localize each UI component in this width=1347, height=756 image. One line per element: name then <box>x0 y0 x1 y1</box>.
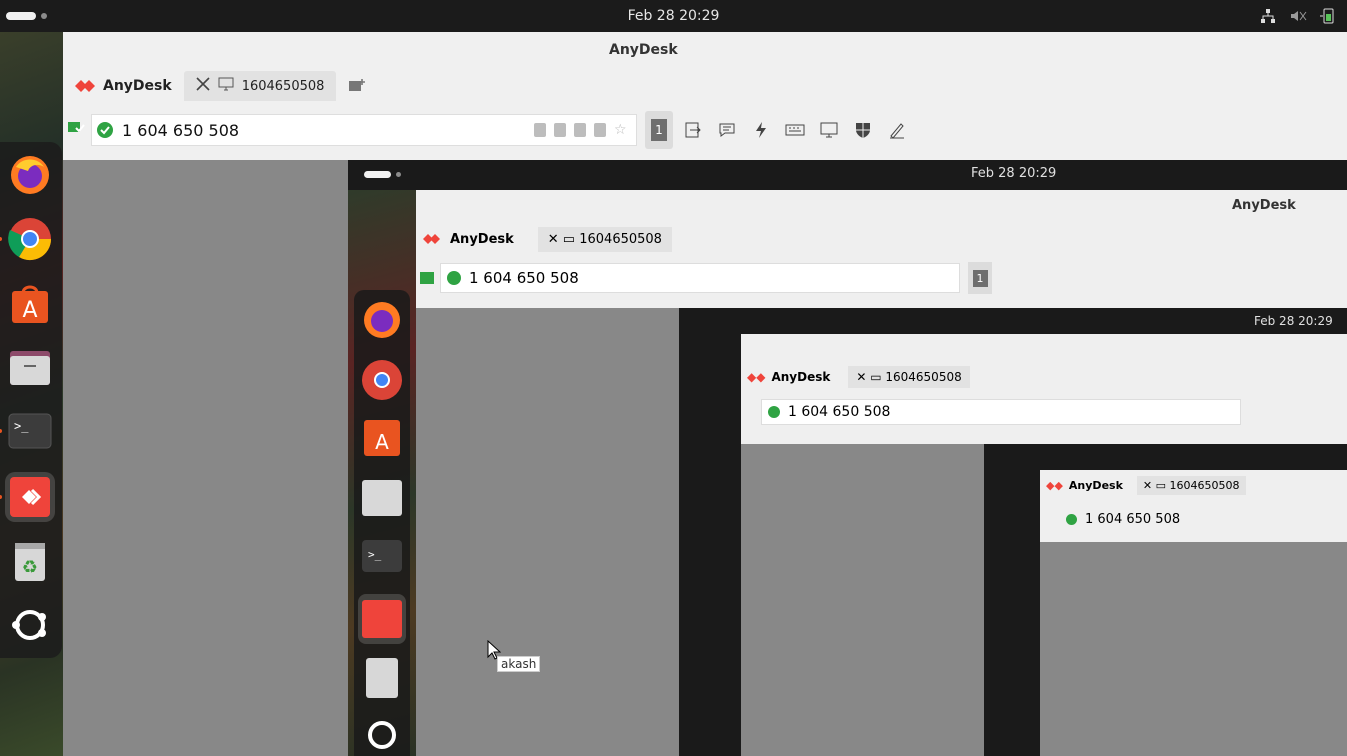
remote-tab[interactable]: ✕ ▭ 1604650508 <box>537 226 672 252</box>
window-title: AnyDesk <box>609 42 678 58</box>
chrome-icon[interactable] <box>5 214 55 264</box>
nested-anydesk-window-2: ◆◆AnyDesk ✕ ▭ 1604650508 1 604 650 508 <box>741 334 1347 756</box>
remote-dock: A >_ <box>354 290 410 756</box>
anydesk-icon[interactable] <box>5 472 55 522</box>
system-tray[interactable] <box>1259 7 1337 25</box>
remote-window-title: AnyDesk <box>1232 198 1296 213</box>
system-top-bar: Feb 28 20:29 <box>0 0 1347 32</box>
svg-text:A: A <box>22 298 37 323</box>
keyboard-icon[interactable] <box>781 111 809 149</box>
svg-text:>_: >_ <box>368 548 382 561</box>
svg-text:♻: ♻ <box>22 557 38 578</box>
files-icon[interactable] <box>5 342 55 392</box>
tab-session[interactable]: 1604650508 <box>183 71 337 101</box>
brand-label: AnyDesk <box>103 78 172 94</box>
remote-top-bar: Feb 28 20:29 <box>348 160 1347 190</box>
ubuntu-icon[interactable] <box>5 600 55 650</box>
network-icon[interactable] <box>1259 7 1277 25</box>
tab-label: 1604650508 <box>241 78 325 94</box>
star-icon[interactable]: ☆ <box>614 123 628 137</box>
nested-anydesk-window-3: ◆◆ AnyDesk ✕ ▭ 1604650508 1 604 650 508 <box>1040 470 1347 756</box>
nested-viewport-3 <box>1040 542 1347 756</box>
verified-check-icon <box>97 122 113 138</box>
battery-icon[interactable] <box>1319 7 1337 25</box>
address-field[interactable]: 1 604 650 508 ☆ <box>91 114 637 146</box>
svg-text:>_: >_ <box>14 419 29 433</box>
address-value[interactable]: 1 604 650 508 <box>122 121 534 140</box>
actions-lightning-icon[interactable] <box>747 111 775 149</box>
remote-clock: Feb 28 20:29 <box>971 166 1057 181</box>
connection-status-icon <box>67 120 85 140</box>
trash-icon[interactable]: ♻ <box>5 536 55 586</box>
volume-muted-icon[interactable] <box>1289 7 1307 25</box>
nested-viewport-2: ◆◆ AnyDesk ✕ ▭ 1604650508 1 604 650 508 <box>741 444 1347 756</box>
terminal-icon[interactable]: >_ <box>5 406 55 456</box>
new-session-icon[interactable] <box>346 76 368 96</box>
anydesk-home-tab[interactable]: AnyDesk <box>67 76 178 96</box>
remote-anydesk-window: AnyDesk AnyDesk ✕ ▭ 1604650508 1 604 650… <box>416 190 1347 756</box>
address-toolbar: 1 604 650 508 ☆ 1 <box>63 104 1347 156</box>
svg-text:A: A <box>375 430 389 454</box>
monitor-select-button[interactable]: 1 <box>645 111 673 149</box>
remote-viewport[interactable]: Feb 28 20:29 A >_ AnyDesk AnyDesk ✕ ▭ 16… <box>63 160 1347 756</box>
clock[interactable]: Feb 28 20:29 <box>0 8 1347 24</box>
dock: A >_ ♻ <box>0 142 62 658</box>
remote-user-tooltip: akash <box>497 656 541 672</box>
app-center-icon[interactable]: A <box>5 278 55 328</box>
nested-viewport[interactable]: Feb 28 20:29 ◆◆ AnyDesk ✕ ▭ 1604650508 1 … <box>416 308 1347 756</box>
screen-icon[interactable] <box>534 123 546 137</box>
close-icon[interactable] <box>196 77 210 95</box>
nested-remote-desktop-3: ◆◆ AnyDesk ✕ ▭ 1604650508 1 604 650 508 <box>984 444 1347 756</box>
hourglass-icon[interactable] <box>554 123 566 137</box>
anydesk-logo-icon <box>75 80 95 92</box>
remote-address-value[interactable]: 1 604 650 508 <box>469 269 579 287</box>
permissions-shield-icon[interactable] <box>849 111 877 149</box>
file-transfer-icon[interactable] <box>679 111 707 149</box>
whiteboard-pen-icon[interactable] <box>883 111 911 149</box>
nested-remote-desktop-2: Feb 28 20:29 ◆◆ AnyDesk ✕ ▭ 1604650508 1 … <box>679 308 1347 756</box>
tab-bar: AnyDesk 1604650508 <box>63 68 1347 104</box>
database-icon[interactable] <box>574 123 586 137</box>
chat-icon[interactable] <box>713 111 741 149</box>
display-icon[interactable] <box>815 111 843 149</box>
anydesk-window: AnyDesk AnyDesk 1604650508 1 604 650 508 <box>63 32 1347 756</box>
monitor-icon <box>218 77 234 95</box>
remote-brand-label: AnyDesk <box>450 231 514 247</box>
download-icon[interactable] <box>594 123 606 137</box>
firefox-icon[interactable] <box>5 150 55 200</box>
